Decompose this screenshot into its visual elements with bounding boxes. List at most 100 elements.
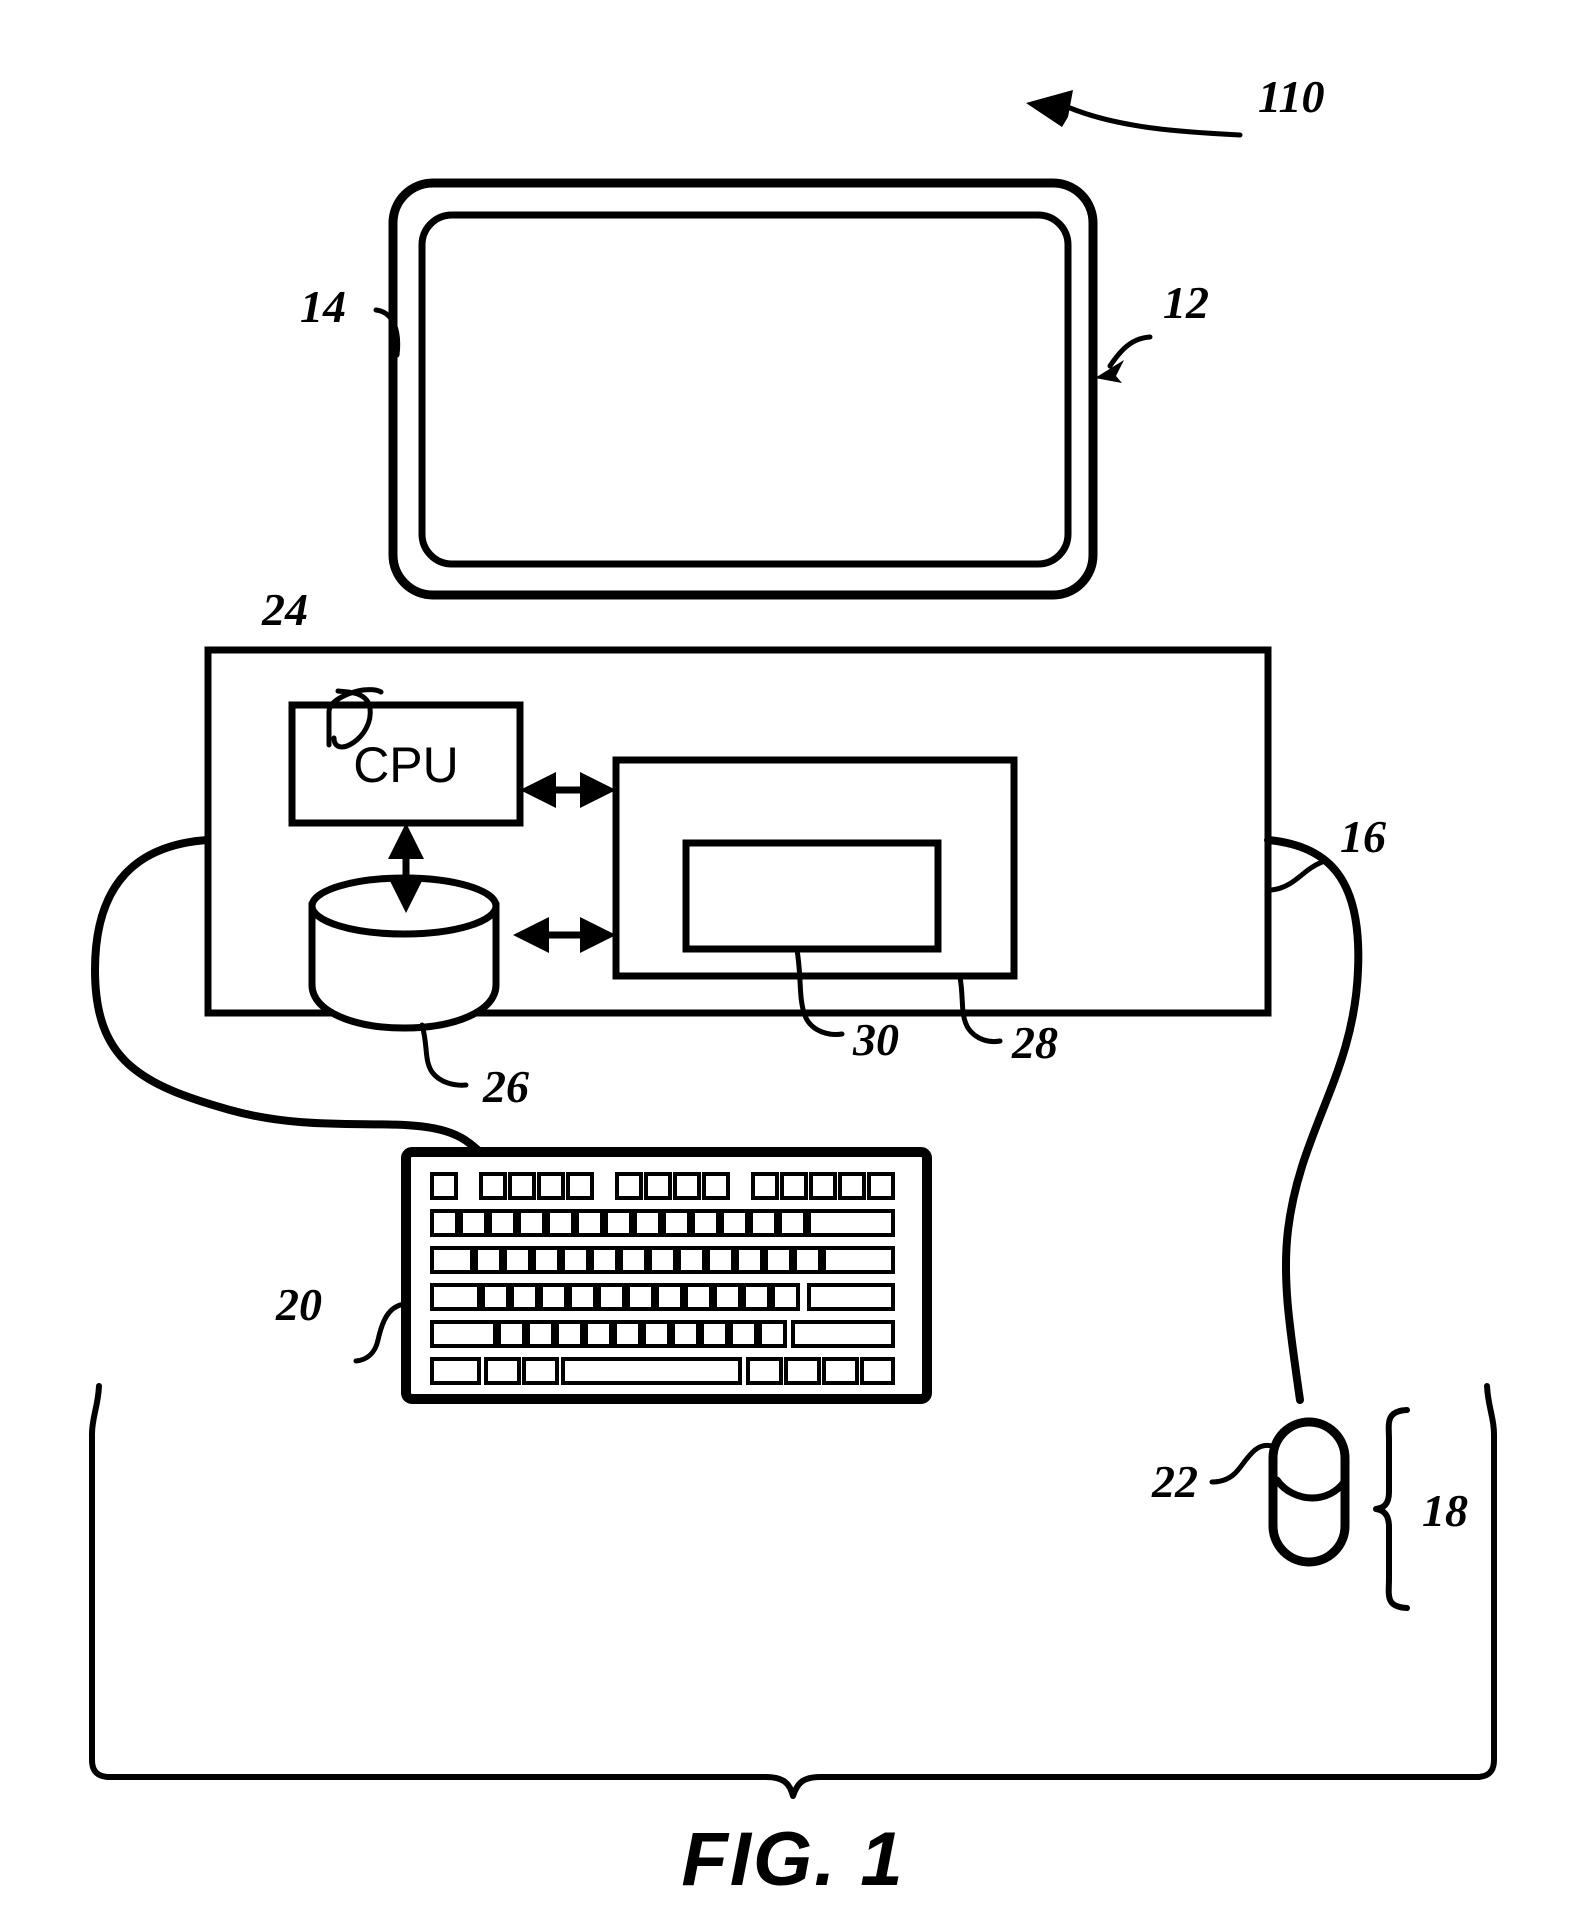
key[interactable] <box>488 1209 517 1237</box>
callout-110-arrowhead <box>1026 90 1073 127</box>
key-meta-left[interactable] <box>522 1357 559 1385</box>
key[interactable] <box>503 1246 532 1274</box>
key-ctrl-left[interactable] <box>430 1357 481 1385</box>
input-devices-brace: 18 <box>1373 1407 1468 1611</box>
cpu-box-label: CPU <box>353 737 459 793</box>
key[interactable] <box>778 1209 807 1237</box>
key[interactable] <box>537 1172 565 1200</box>
ref-callout-22: 22 <box>1151 1442 1275 1507</box>
key[interactable] <box>642 1320 671 1348</box>
key[interactable] <box>566 1172 594 1200</box>
key[interactable] <box>838 1172 866 1200</box>
key[interactable] <box>758 1320 787 1348</box>
key[interactable] <box>459 1209 488 1237</box>
key[interactable] <box>517 1209 546 1237</box>
key[interactable] <box>764 1246 793 1274</box>
key-backspace[interactable] <box>807 1209 895 1237</box>
key[interactable] <box>604 1209 633 1237</box>
key[interactable] <box>474 1246 503 1274</box>
key[interactable] <box>793 1246 822 1274</box>
key[interactable] <box>555 1320 584 1348</box>
key-alt-left[interactable] <box>484 1357 521 1385</box>
key[interactable] <box>508 1172 536 1200</box>
key[interactable] <box>561 1246 590 1274</box>
ref-number-30: 30 <box>852 1014 899 1065</box>
key[interactable] <box>626 1283 655 1311</box>
key[interactable] <box>546 1209 575 1237</box>
key[interactable] <box>713 1283 742 1311</box>
key[interactable] <box>677 1246 706 1274</box>
key[interactable] <box>742 1283 771 1311</box>
key[interactable] <box>619 1246 648 1274</box>
cpu-block: CPU <box>288 701 524 827</box>
key-alt-right[interactable] <box>784 1357 821 1385</box>
key[interactable] <box>720 1209 749 1237</box>
key[interactable] <box>590 1246 619 1274</box>
keyboard-row-6 <box>430 1357 895 1385</box>
key[interactable] <box>684 1283 713 1311</box>
ref-number-12: 12 <box>1163 277 1209 328</box>
patent-figure-1: 110 14 12 16 CPU 24 26 30 28 20 22 18 FI… <box>0 0 1583 1924</box>
key[interactable] <box>575 1209 604 1237</box>
key[interactable] <box>691 1209 720 1237</box>
key[interactable] <box>497 1320 526 1348</box>
ref-callout-26: 26 <box>419 1022 529 1112</box>
key-capslock[interactable] <box>430 1283 481 1311</box>
key-shift-right[interactable] <box>791 1320 895 1348</box>
ref-number-24: 24 <box>261 584 308 635</box>
key[interactable] <box>532 1246 561 1274</box>
callout-110-leader <box>1067 105 1243 138</box>
key[interactable] <box>568 1283 597 1311</box>
key[interactable] <box>510 1283 539 1311</box>
key[interactable] <box>430 1209 459 1237</box>
ref-20-leader <box>353 1301 408 1364</box>
inner-memory-block <box>682 839 942 953</box>
keyboard-row-5 <box>430 1320 895 1348</box>
keyboard <box>401 1147 932 1404</box>
key[interactable] <box>809 1172 837 1200</box>
key[interactable] <box>662 1209 691 1237</box>
key-fn[interactable] <box>822 1357 859 1385</box>
key[interactable] <box>584 1320 613 1348</box>
key[interactable] <box>479 1172 507 1200</box>
key[interactable] <box>613 1320 642 1348</box>
ref-number-28: 28 <box>1011 1017 1058 1068</box>
ref-callout-14: 14 <box>300 281 401 358</box>
key-ctrl-right[interactable] <box>860 1357 895 1385</box>
key[interactable] <box>615 1172 643 1200</box>
key[interactable] <box>597 1283 626 1311</box>
key[interactable] <box>671 1320 700 1348</box>
ref-16-leader <box>1268 859 1325 893</box>
key[interactable] <box>749 1209 778 1237</box>
key[interactable] <box>729 1320 758 1348</box>
key-meta-right[interactable] <box>746 1357 783 1385</box>
key[interactable] <box>673 1172 701 1200</box>
key[interactable] <box>526 1320 555 1348</box>
keyboard-row-1 <box>430 1172 895 1200</box>
key[interactable] <box>702 1172 730 1200</box>
key-tab[interactable] <box>430 1246 474 1274</box>
key-spacebar[interactable] <box>561 1357 742 1385</box>
key[interactable] <box>780 1172 808 1200</box>
key[interactable] <box>633 1209 662 1237</box>
ref-number-22: 22 <box>1151 1456 1198 1507</box>
key[interactable] <box>735 1246 764 1274</box>
key[interactable] <box>700 1320 729 1348</box>
key-backslash[interactable] <box>822 1246 895 1274</box>
key[interactable] <box>648 1246 677 1274</box>
key[interactable] <box>771 1283 800 1311</box>
key[interactable] <box>655 1283 684 1311</box>
key[interactable] <box>706 1246 735 1274</box>
key[interactable] <box>481 1283 510 1311</box>
figure-canvas: 110 14 12 16 CPU 24 26 30 28 20 22 18 FI… <box>89 71 1497 1902</box>
key[interactable] <box>539 1283 568 1311</box>
key[interactable] <box>751 1172 779 1200</box>
key-enter[interactable] <box>807 1283 895 1311</box>
key-shift-left[interactable] <box>430 1320 497 1348</box>
key[interactable] <box>430 1172 458 1200</box>
ref-number-26: 26 <box>482 1061 529 1112</box>
key[interactable] <box>867 1172 895 1200</box>
key[interactable] <box>644 1172 672 1200</box>
brace-18-path <box>1373 1407 1410 1611</box>
ref-12-leader <box>1107 334 1153 369</box>
